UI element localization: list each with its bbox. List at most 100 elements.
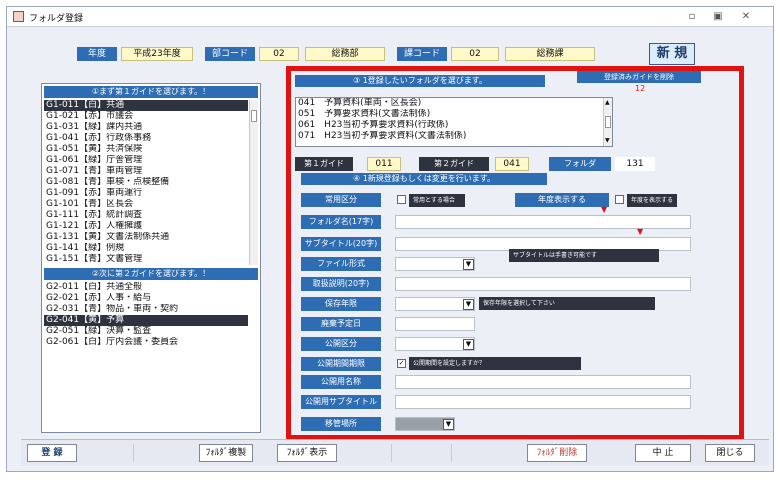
bottom-toolbar: 登 録 ﾌｫﾙﾀﾞ複製 ﾌｫﾙﾀﾞ表示 ﾌｫﾙﾀﾞ削除 中 止 閉じる bbox=[21, 439, 769, 465]
section-name-value: 総務課 bbox=[505, 47, 595, 61]
guide1-list-item[interactable]: G1-031【緑】課内共通 bbox=[44, 122, 248, 133]
koukai-subtitle-label: 公開用サブタイトル bbox=[301, 395, 381, 409]
explanation-input[interactable] bbox=[395, 277, 691, 291]
folder-list-item[interactable]: 061 H23当初予算要求資料(行政係) bbox=[296, 120, 612, 131]
year-value: 平成23年度 bbox=[121, 47, 193, 61]
title-bar: フォルダ登録 ▫ ▣ ✕ bbox=[7, 7, 773, 27]
guide1-list-item[interactable]: G1-071【青】車両管理 bbox=[44, 166, 248, 177]
guide1-list-item[interactable]: G1-121【赤】人権擁護 bbox=[44, 221, 248, 232]
guide1-list-item[interactable]: G1-021【赤】市議会 bbox=[44, 111, 248, 122]
guide2-value-label: 第２ガイド bbox=[419, 157, 489, 171]
folder-name-input[interactable] bbox=[395, 215, 691, 229]
jouyou-kubun-checkbox[interactable] bbox=[397, 195, 406, 204]
folder-display-button[interactable]: ﾌｫﾙﾀﾞ表示 bbox=[277, 444, 337, 462]
nendo-display-label: 年度表示する bbox=[515, 193, 609, 207]
guide2-list-item[interactable]: G2-031【青】物品・車両・契約 bbox=[44, 304, 248, 315]
folder-name-label: フォルダ名(17字) bbox=[301, 215, 381, 229]
koukai-kubun-label: 公開区分 bbox=[301, 337, 381, 351]
guide1-value-label: 第１ガイド bbox=[295, 157, 353, 171]
minimize-icon[interactable]: ▫ bbox=[683, 9, 701, 24]
ikan-basho-label: 移管場所 bbox=[301, 417, 381, 431]
app-icon bbox=[13, 11, 24, 22]
close-button[interactable]: 閉じる bbox=[705, 444, 755, 462]
guide2-list-item[interactable]: G2-041【黄】予算 bbox=[44, 315, 248, 326]
guide1-value: 011 bbox=[367, 157, 401, 171]
required-mark-1: ▼ bbox=[601, 205, 608, 214]
guide2-value: 041 bbox=[495, 157, 529, 171]
folder-number-label: フォルダ bbox=[549, 157, 611, 171]
jouyou-kubun-label: 常用区分 bbox=[301, 193, 381, 207]
stop-button[interactable]: 中 止 bbox=[635, 444, 691, 462]
guide1-list-item[interactable]: G1-081【青】車検・点検整備 bbox=[44, 177, 248, 188]
folder-number-value: 131 bbox=[615, 157, 655, 171]
koukai-name-input[interactable] bbox=[395, 375, 691, 389]
guide-panel: ①まず第１ガイドを選びます。！ G1-011【白】共通 G1-021【赤】市議会 G… bbox=[41, 83, 261, 433]
file-format-dropdown-icon[interactable]: ▼ bbox=[463, 259, 474, 270]
folder-list-item[interactable]: 051 予算要求資料(文書法制係) bbox=[296, 109, 612, 120]
guide1-scrollbar[interactable] bbox=[249, 100, 258, 265]
guide2-list-item[interactable]: G2-011【白】共通全般 bbox=[44, 282, 248, 293]
hozon-nengen-dropdown-icon[interactable]: ▼ bbox=[463, 299, 474, 310]
nendo-display-checkbox[interactable] bbox=[615, 195, 624, 204]
guide1-list-item[interactable]: G1-041【赤】行政係事務 bbox=[44, 133, 248, 144]
guide1-list-item[interactable]: G1-061【緑】庁舎管理 bbox=[44, 155, 248, 166]
folder-list-item[interactable]: 041 予算資料(車両・区長会) bbox=[296, 98, 612, 109]
scroll-up-icon[interactable]: ▲ bbox=[605, 99, 610, 106]
guide1-list-item[interactable]: G1-141【緑】例規 bbox=[44, 243, 248, 254]
hozon-nengen-label: 保存年限 bbox=[301, 297, 381, 311]
main-window: フォルダ登録 ▫ ▣ ✕ 年度 平成23年度 部コード 02 総務部 課コード … bbox=[6, 6, 774, 472]
year-label: 年度 bbox=[77, 47, 117, 61]
koukai-kigen-checkbox[interactable]: ✓ bbox=[397, 359, 406, 368]
folder-list[interactable]: 041 予算資料(車両・区長会) 051 予算要求資料(文書法制係) 061 H23… bbox=[295, 97, 613, 147]
koukai-name-label: 公開用名称 bbox=[301, 375, 381, 389]
folder-delete-button[interactable]: ﾌｫﾙﾀﾞ削除 bbox=[527, 444, 587, 462]
guide1-list-item[interactable]: G1-091【赤】車両運行 bbox=[44, 188, 248, 199]
guide1-list-item[interactable]: G1-011【白】共通 bbox=[44, 100, 248, 111]
haiki-yotei-input[interactable] bbox=[395, 317, 475, 331]
haiki-yotei-label: 廃棄予定日 bbox=[301, 317, 381, 331]
register-guide-button[interactable]: 登録済みガイドを削除 bbox=[577, 71, 701, 83]
required-mark-2: ▼ bbox=[637, 227, 644, 236]
register-button[interactable]: 登 録 bbox=[27, 444, 77, 462]
register-count: 12 bbox=[635, 84, 646, 93]
guide2-list-item[interactable]: G2-051【緑】決算・監査 bbox=[44, 326, 248, 337]
guide2-list-item[interactable]: G2-021【赤】人事・給与 bbox=[44, 293, 248, 304]
guide1-list-item[interactable]: G1-151【青】文書管理 bbox=[44, 254, 248, 265]
toolbar-divider bbox=[451, 444, 452, 462]
new-button[interactable]: 新 規 bbox=[649, 43, 695, 65]
koukai-kigen-label: 公開期間期限 bbox=[301, 357, 381, 371]
folder-select-header: ③ 1登録したいフォルダを選びます。 bbox=[295, 75, 545, 87]
guide2-list-item[interactable]: G2-061【白】庁内会議・委員会 bbox=[44, 337, 248, 348]
folder-scroll-thumb[interactable] bbox=[605, 116, 611, 128]
subtitle-label: サブタイトル(20字) bbox=[301, 237, 381, 251]
guide1-scroll-thumb[interactable] bbox=[251, 110, 257, 122]
guide1-list-item[interactable]: G1-111【赤】統計調査 bbox=[44, 210, 248, 221]
section-code-label: 課コード bbox=[397, 47, 447, 61]
nendo-note: 年度を表示する bbox=[627, 194, 677, 207]
scroll-down-icon[interactable]: ▼ bbox=[605, 137, 610, 144]
section-code-value: 02 bbox=[451, 47, 499, 61]
window-title: フォルダ登録 bbox=[29, 14, 84, 24]
file-format-label: ファイル形式 bbox=[301, 257, 381, 271]
maximize-icon[interactable]: ▣ bbox=[709, 9, 727, 24]
guide1-list-item[interactable]: G1-051【黄】共済保険 bbox=[44, 144, 248, 155]
dept-code-label: 部コード bbox=[205, 47, 255, 61]
koukai-subtitle-input[interactable] bbox=[395, 395, 691, 409]
toolbar-divider bbox=[133, 444, 134, 462]
folder-list-scrollbar[interactable]: ▲ ▼ bbox=[603, 98, 612, 146]
step4-header: ④ 1新規登録もしくは変更を行います。 bbox=[301, 173, 547, 185]
ikan-basho-dropdown-icon[interactable]: ▼ bbox=[443, 419, 454, 430]
hozon-note: 保存年限を選択して下さい bbox=[479, 297, 655, 310]
folder-list-item[interactable]: 071 H23当初予算要求資料(文書法制係) bbox=[296, 131, 612, 142]
guide1-header: ①まず第１ガイドを選びます。！ bbox=[44, 86, 258, 98]
koukai-kubun-dropdown-icon[interactable]: ▼ bbox=[463, 339, 474, 350]
guide1-list-item[interactable]: G1-131【黄】文書法制係共通 bbox=[44, 232, 248, 243]
guide2-list[interactable]: G2-011【白】共通全般 G2-021【赤】人事・給与 G2-031【青】物品・車… bbox=[44, 282, 248, 348]
guide1-list[interactable]: G1-011【白】共通 G1-021【赤】市議会 G1-031【緑】課内共通 G1-0… bbox=[44, 100, 248, 265]
close-icon[interactable]: ✕ bbox=[737, 9, 755, 24]
guide1-list-item[interactable]: G1-101【青】区長会 bbox=[44, 199, 248, 210]
explanation-label: 取扱説明(20字) bbox=[301, 277, 381, 291]
dept-code-value: 02 bbox=[259, 47, 299, 61]
toolbar-divider bbox=[391, 444, 392, 462]
folder-copy-button[interactable]: ﾌｫﾙﾀﾞ複製 bbox=[199, 444, 253, 462]
